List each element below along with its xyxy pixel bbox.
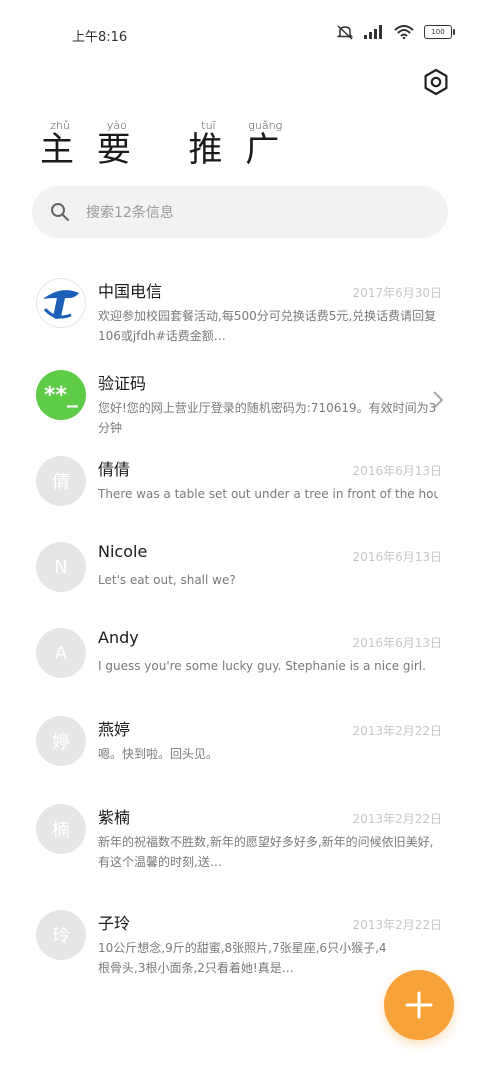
avatar: 婷 bbox=[36, 716, 86, 766]
status-time: 上午8:16 bbox=[72, 30, 128, 45]
conversation-preview: 您好!您的网上营业厅登录的随机密码为:710619。有效时间为3分钟 bbox=[98, 401, 437, 435]
chevron-right-icon[interactable] bbox=[432, 390, 444, 414]
conversation-name: 燕婷 bbox=[98, 720, 131, 739]
conversation-name: 紫楠 bbox=[98, 808, 131, 827]
settings-hexagon-icon bbox=[424, 68, 448, 96]
conversation-time: 2016年6月13日 bbox=[352, 636, 442, 650]
conversation-name: 中国电信 bbox=[98, 282, 163, 301]
avatar: A bbox=[36, 628, 86, 678]
avatar: 倩 bbox=[36, 456, 86, 506]
page-title: zhǔ 主 yào 要 tuī 推 guǎng 广 bbox=[40, 120, 285, 170]
conversation-name: Nicole bbox=[98, 542, 148, 561]
conversation-preview: Let's eat out, shall we? bbox=[98, 573, 236, 587]
search-icon bbox=[50, 202, 70, 226]
conversation-preview: 新年的祝福数不胜数,新年的愿望好多好多,新年的问候依旧美好,有这个温馨的时刻,送… bbox=[98, 835, 434, 869]
conversation-item[interactable]: A Andy 2016年6月13日 I guess you're some lu… bbox=[0, 608, 480, 696]
conversation-item[interactable]: 倩 倩倩 2016年6月13日 There was a table set ou… bbox=[0, 436, 480, 524]
search-box[interactable] bbox=[32, 186, 448, 240]
conversation-item[interactable]: **_ 验证码 您好!您的网上营业厅登录的随机密码为:710619。有效时间为3… bbox=[0, 350, 480, 438]
avatar: **_ bbox=[36, 370, 86, 420]
avatar bbox=[36, 278, 86, 328]
search-input[interactable] bbox=[84, 186, 428, 240]
conversation-name: 验证码 bbox=[98, 374, 147, 393]
conversation-time: 2013年2月22日 bbox=[352, 918, 442, 932]
title-char: guǎng 广 bbox=[245, 119, 286, 170]
conversation-preview: 欢迎参加校园套餐活动,每500分可兑换话费5元,兑换话费请回复106或jfdh#… bbox=[98, 309, 437, 343]
plus-icon bbox=[405, 991, 433, 1019]
signal-icon bbox=[364, 25, 384, 39]
conversation-item[interactable]: 玲 子玲 2013年2月22日 10公斤想念,9斤的甜蜜,8张照片,7张星座,6… bbox=[0, 890, 480, 978]
mute-icon bbox=[336, 24, 354, 40]
conversation-preview: There was a table set out under a tree i… bbox=[98, 487, 438, 501]
conversation-time: 2016年6月13日 bbox=[352, 464, 442, 478]
avatar: N bbox=[36, 542, 86, 592]
conversation-list: 中国电信 2017年6月30日 欢迎参加校园套餐活动,每500分可兑换话费5元,… bbox=[0, 258, 480, 978]
conversation-time: 2013年2月22日 bbox=[352, 812, 442, 826]
conversation-preview: I guess you're some lucky guy. Stephanie… bbox=[98, 659, 426, 673]
conversation-item[interactable]: 中国电信 2017年6月30日 欢迎参加校园套餐活动,每500分可兑换话费5元,… bbox=[0, 258, 480, 346]
battery-icon: 100 bbox=[424, 25, 455, 39]
conversation-time: 2013年2月22日 bbox=[352, 724, 442, 738]
settings-button[interactable] bbox=[422, 68, 450, 96]
avatar: 玲 bbox=[36, 910, 86, 960]
avatar: 楠 bbox=[36, 804, 86, 854]
china-telecom-logo-icon bbox=[43, 290, 79, 319]
conversation-name: Andy bbox=[98, 628, 139, 647]
conversation-item[interactable]: 婷 燕婷 2013年2月22日 嗯。快到啦。回头见。 bbox=[0, 696, 480, 784]
conversation-preview: 嗯。快到啦。回头见。 bbox=[98, 747, 219, 761]
conversation-time: 2017年6月30日 bbox=[352, 286, 442, 300]
wifi-icon bbox=[394, 25, 414, 39]
status-bar: 上午8:16 100 bbox=[0, 0, 480, 64]
conversation-name: 倩倩 bbox=[98, 460, 131, 479]
title-char: yào 要 bbox=[96, 119, 137, 170]
conversation-time: 2016年6月13日 bbox=[352, 550, 442, 564]
conversation-item[interactable]: N Nicole 2016年6月13日 Let's eat out, shall… bbox=[0, 522, 480, 610]
conversation-preview: 10公斤想念,9斤的甜蜜,8张照片,7张星座,6只小猴子,4根骨头,3根小面条,… bbox=[98, 941, 387, 975]
title-char: zhǔ 主 bbox=[40, 119, 80, 170]
title-char: tuī 推 bbox=[188, 119, 229, 170]
conversation-item[interactable]: 楠 紫楠 2013年2月22日 新年的祝福数不胜数,新年的愿望好多好多,新年的问… bbox=[0, 784, 480, 890]
conversation-name: 子玲 bbox=[98, 914, 131, 933]
status-icons: 100 bbox=[336, 24, 455, 40]
new-message-button[interactable] bbox=[384, 970, 454, 1040]
